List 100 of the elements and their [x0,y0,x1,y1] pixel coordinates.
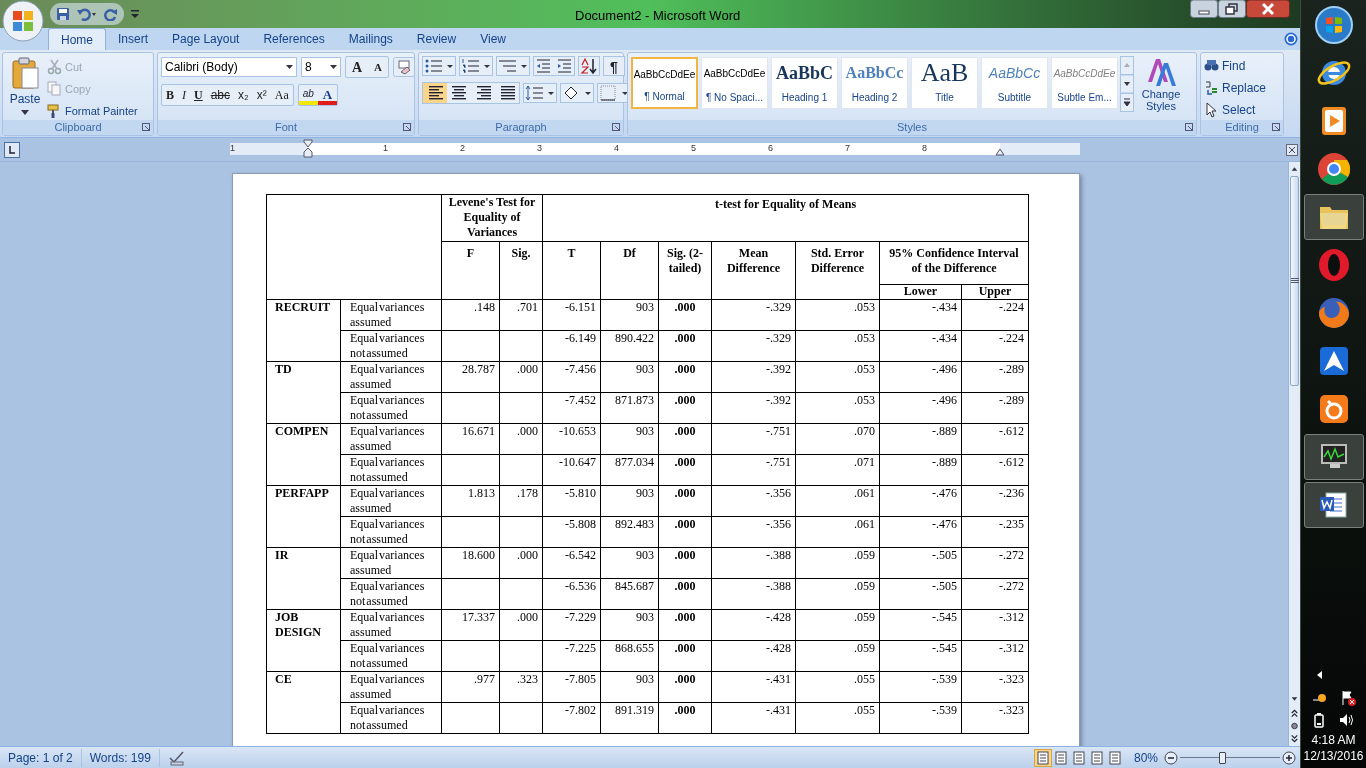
style-item[interactable]: AaB Title [911,57,978,109]
zoom-slider[interactable] [1180,750,1280,765]
battery-icon[interactable] [1313,712,1324,728]
superscript-button[interactable]: x² [252,85,271,105]
style-item[interactable]: AaBbCc Subtitle [981,57,1048,109]
slider-thumb[interactable] [1219,751,1227,764]
table-cell: Equal variances not assumed [340,330,442,362]
style-item[interactable]: AaBbC Heading 1 [771,57,838,109]
folder-icon[interactable] [1303,194,1364,240]
indent-marker-icon[interactable] [303,139,313,159]
ribbon-tab[interactable]: Mailings [336,28,405,50]
redo-icon[interactable] [104,7,118,21]
table-cell: -5.810 [542,485,601,517]
dialog-launcher-icon[interactable] [1185,123,1193,131]
dialog-launcher-icon[interactable] [1272,123,1280,131]
font-family-field[interactable]: Calibri (Body) [161,57,297,77]
window-title: Document2 - Microsoft Word [575,7,741,25]
proofing-icon[interactable] [167,749,186,766]
undo-icon[interactable] [76,7,98,21]
show-formatting-button[interactable]: ¶ [603,56,625,76]
monitor-icon[interactable] [1303,434,1364,480]
editing-item[interactable]: Select [1204,101,1267,119]
style-item[interactable]: AaBbCc Heading 2 [841,57,908,109]
customize-arrow-icon[interactable] [130,9,140,19]
subscript-button[interactable]: x₂ [234,85,253,105]
zoom-out-icon[interactable] [1164,750,1178,765]
shrink-font-button[interactable]: A [368,57,388,77]
center-button[interactable] [447,83,471,103]
dialog-launcher-icon[interactable] [142,123,150,131]
align-left-button[interactable] [423,83,447,103]
table-cell: 891.319 [600,702,659,734]
table-cell: 903 [600,423,659,455]
word-count[interactable]: Words: 199 [81,748,160,767]
font-color-button[interactable]: A [317,85,338,105]
view-ruler-icon[interactable] [1286,144,1298,156]
shading-icon[interactable] [560,83,594,103]
clock-time[interactable]: 4:18 AM [1311,732,1356,748]
font-size-field[interactable]: 8 [301,57,341,77]
save-icon[interactable] [56,7,70,21]
change-styles-button[interactable]: Change Styles [1138,56,1184,120]
ribbon-tab[interactable]: Home [48,28,106,50]
multilevel-list-icon[interactable] [496,56,530,76]
line-spacing-icon[interactable] [523,83,557,103]
style-item[interactable]: AaBbCcDdEe ¶ No Spaci... [701,57,768,109]
speaker-icon[interactable] [1337,712,1354,728]
zoom-level[interactable]: 80% [1133,748,1158,767]
close-button[interactable] [1246,0,1290,18]
table-cell: Equal variances not assumed [340,392,442,424]
sort-icon[interactable] [578,56,600,76]
word-document-icon[interactable] [1303,482,1364,528]
table-cell: Equal variances not assumed [340,454,442,486]
editing-item[interactable]: Replace [1204,79,1267,97]
italic-button[interactable]: I [178,85,190,105]
clear-formatting-icon[interactable] [393,57,415,77]
bold-button[interactable]: B [162,85,178,105]
numbering-icon[interactable] [459,56,493,76]
ribbon-tab[interactable]: Insert [106,28,161,50]
change-case-button[interactable]: Aa [270,85,293,105]
ruler-number: 8 [922,142,927,154]
underline-button[interactable]: U [190,85,207,105]
grow-font-button[interactable]: A [346,57,368,77]
flag-error-icon[interactable] [1339,690,1356,706]
ribbon-tab[interactable]: References [251,28,337,50]
ruler-number: 4 [614,142,619,154]
dialog-launcher-icon[interactable] [403,123,411,131]
table-cell: .000 [658,547,712,579]
column-header: Lower [879,284,962,300]
restore-button[interactable] [1218,0,1246,18]
ribbon-tab[interactable]: Page Layout [160,28,252,50]
bullets-icon[interactable] [422,56,456,76]
table-cell: Equal variances not assumed [340,702,442,734]
right-indent-icon[interactable] [995,148,1005,156]
tab-selector-icon[interactable] [4,142,20,158]
table-cell: -.612 [961,454,1029,486]
style-item[interactable]: AaBbCcDdEe ¶ Normal [631,57,698,109]
table-cell: -7.225 [542,640,601,672]
clock-date[interactable]: 12/13/2016 [1303,748,1364,764]
clipboard-item[interactable]: Format Painter [47,102,138,120]
ribbon-tab[interactable]: Review [404,28,469,50]
table-cell: .055 [795,671,880,703]
paste-button[interactable]: Paste [6,56,44,120]
ruler-number: 3 [537,142,542,154]
ribbon-tab[interactable]: View [468,28,518,50]
page-indicator[interactable]: Page: 1 of 2 [0,748,82,767]
strikethrough-button[interactable]: abc [206,85,235,105]
table-cell: 877.034 [600,454,659,486]
column-header: T [542,241,601,300]
print-layout-icon[interactable] [1033,748,1052,767]
zoom-in-icon[interactable] [1282,750,1296,765]
justify-button[interactable] [495,83,519,103]
help-icon[interactable] [1284,32,1298,46]
editing-item[interactable]: Find [1204,57,1267,75]
vertical-scrollbar[interactable] [1288,162,1300,746]
style-item[interactable]: AaBbCcDdEe Subtle Em... [1051,57,1118,109]
table-cell: 871.873 [600,392,659,424]
table-cell: .000 [658,640,712,672]
highlight-button[interactable]: ab [298,85,318,105]
dialog-launcher-icon[interactable] [612,123,620,131]
table-cell: -.612 [961,423,1029,455]
table-cell: -.496 [879,361,962,393]
